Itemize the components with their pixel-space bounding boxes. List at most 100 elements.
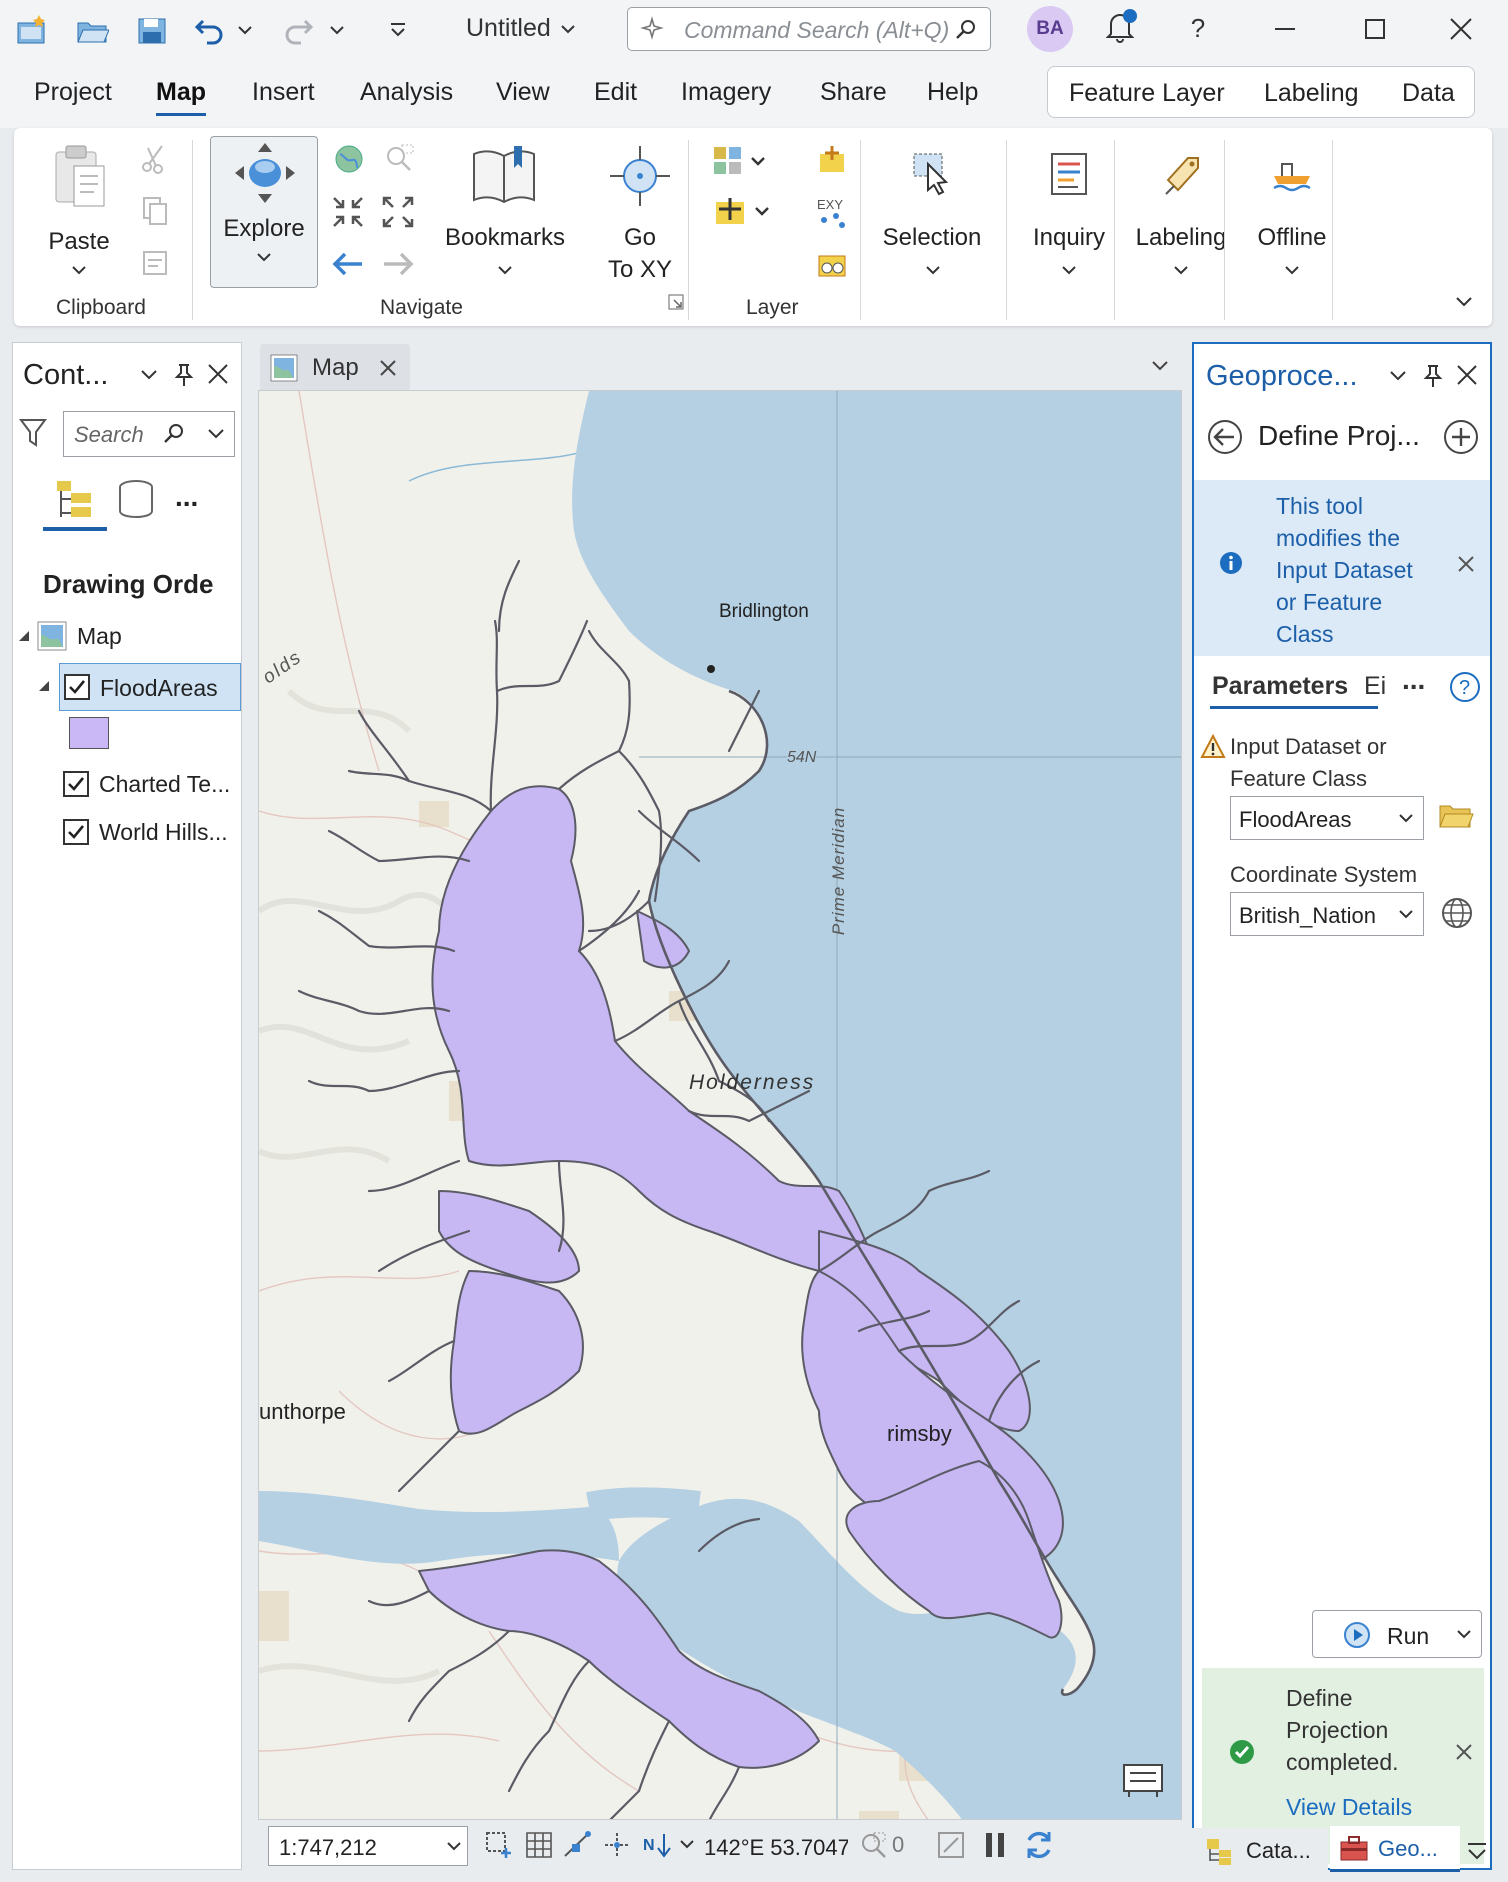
copy-path-icon[interactable] bbox=[138, 246, 172, 280]
tree-item-map[interactable]: Map bbox=[37, 619, 237, 655]
close-map-tab-icon[interactable] bbox=[378, 358, 398, 378]
north-arrow-icon[interactable]: N bbox=[642, 1830, 674, 1862]
add-tool-icon[interactable] bbox=[1442, 418, 1480, 456]
map-tabs-overflow-icon[interactable] bbox=[1150, 358, 1170, 374]
command-search-input[interactable]: Command Search (Alt+Q) bbox=[627, 7, 991, 51]
fixed-zoom-out-icon[interactable] bbox=[380, 194, 416, 230]
maximize-button[interactable] bbox=[1350, 8, 1400, 50]
map-canvas[interactable]: Bridlington Holderness olds 54N Prime Me… bbox=[258, 390, 1182, 1820]
geoprocessing-more-button[interactable]: ... bbox=[1402, 664, 1425, 696]
layer-row-floodareas[interactable]: FloodAreas bbox=[59, 663, 241, 711]
tab-share[interactable]: Share bbox=[820, 78, 887, 107]
browse-folder-icon[interactable] bbox=[1438, 800, 1474, 832]
layer-row-charted-territory[interactable]: Charted Te... bbox=[61, 765, 241, 805]
selected-features-icon[interactable] bbox=[858, 1830, 888, 1860]
map-tab[interactable]: Map bbox=[260, 344, 410, 390]
tab-help[interactable]: Help bbox=[927, 78, 978, 107]
layer-row-world-hillshade[interactable]: World Hills... bbox=[61, 813, 241, 853]
bookmarks-button[interactable]: Bookmarks bbox=[440, 140, 570, 290]
dismiss-notification-icon[interactable] bbox=[1454, 1742, 1474, 1762]
pane-tabs-overflow-icon[interactable] bbox=[1464, 1842, 1490, 1862]
contents-search-input[interactable]: Search bbox=[63, 411, 235, 457]
tab-project[interactable]: Project bbox=[34, 78, 112, 107]
tab-view[interactable]: View bbox=[496, 78, 550, 107]
tab-analysis[interactable]: Analysis bbox=[360, 78, 453, 107]
bottom-tab-catalog[interactable]: Cata... bbox=[1192, 1828, 1328, 1872]
refresh-icon[interactable] bbox=[1022, 1828, 1056, 1862]
extent-indicator-icon[interactable] bbox=[484, 1830, 516, 1862]
pin-icon[interactable] bbox=[173, 363, 195, 387]
snapping-icon[interactable] bbox=[562, 1830, 594, 1862]
contents-more-button[interactable]: ... bbox=[175, 481, 198, 513]
globe-icon[interactable] bbox=[1440, 896, 1474, 930]
view-details-link[interactable]: View Details bbox=[1286, 1794, 1412, 1821]
undo-dropdown-icon[interactable] bbox=[230, 10, 260, 50]
add-preset-icon[interactable] bbox=[814, 246, 850, 282]
go-to-xy-button[interactable]: Go To XY bbox=[590, 140, 690, 290]
filter-icon[interactable] bbox=[19, 417, 47, 449]
pin-icon[interactable] bbox=[1422, 364, 1444, 388]
close-pane-icon[interactable] bbox=[1456, 364, 1478, 386]
xy-table-to-point-icon[interactable]: EXY bbox=[814, 194, 850, 230]
coordinate-system-select[interactable]: British_Nation bbox=[1230, 892, 1424, 936]
tab-edit[interactable]: Edit bbox=[594, 78, 637, 107]
undo-icon[interactable] bbox=[190, 10, 230, 50]
constraints-icon[interactable] bbox=[602, 1830, 632, 1860]
inquiry-button[interactable]: Inquiry bbox=[1014, 140, 1124, 290]
tab-parameters[interactable]: Parameters bbox=[1212, 672, 1348, 701]
dismiss-info-icon[interactable] bbox=[1456, 554, 1476, 574]
grid-icon[interactable] bbox=[524, 1830, 554, 1860]
new-project-icon[interactable] bbox=[12, 10, 52, 50]
close-pane-icon[interactable] bbox=[207, 363, 229, 385]
expand-layer-triangle-icon[interactable] bbox=[37, 679, 51, 693]
tab-map[interactable]: Map bbox=[156, 78, 206, 116]
minimize-button[interactable] bbox=[1260, 8, 1310, 50]
previous-extent-icon[interactable] bbox=[330, 246, 366, 282]
tab-labeling[interactable]: Labeling bbox=[1264, 79, 1359, 108]
tab-data[interactable]: Data bbox=[1402, 79, 1455, 108]
help-button[interactable]: ? bbox=[1178, 8, 1218, 48]
rotation-dropdown-icon[interactable] bbox=[678, 1838, 696, 1852]
run-button[interactable]: Run bbox=[1312, 1610, 1482, 1658]
coordinates-display[interactable]: 142°E 53.704787 bbox=[704, 1826, 848, 1866]
paste-button[interactable]: Paste bbox=[44, 140, 114, 290]
layer-visibility-checkbox[interactable] bbox=[63, 819, 89, 845]
tab-environments[interactable]: Ei bbox=[1364, 672, 1386, 701]
navigate-dialog-launcher-icon[interactable] bbox=[668, 294, 684, 310]
redo-icon[interactable] bbox=[278, 10, 318, 50]
flood-areas-symbol-swatch[interactable] bbox=[69, 717, 109, 749]
basemap-icon[interactable] bbox=[712, 144, 776, 180]
expand-map-triangle-icon[interactable] bbox=[17, 629, 31, 643]
geoprocessing-options-chevron-icon[interactable] bbox=[1388, 368, 1408, 384]
scale-selector[interactable]: 1:747,212 bbox=[268, 1826, 468, 1866]
contents-options-chevron-icon[interactable] bbox=[139, 367, 159, 383]
notifications-bell-icon[interactable] bbox=[1100, 6, 1140, 46]
tab-feature-layer[interactable]: Feature Layer bbox=[1069, 79, 1225, 108]
help-question-icon[interactable]: ? bbox=[1448, 670, 1482, 704]
layer-visibility-checkbox[interactable] bbox=[63, 771, 89, 797]
full-extent-icon[interactable] bbox=[332, 142, 366, 176]
user-avatar[interactable]: BA bbox=[1027, 6, 1073, 52]
labeling-button[interactable]: Labeling bbox=[1122, 140, 1240, 290]
open-project-icon[interactable] bbox=[72, 10, 112, 50]
zoom-to-selection-icon[interactable] bbox=[382, 142, 416, 176]
add-graphics-layer-icon[interactable] bbox=[814, 142, 850, 178]
cut-icon[interactable] bbox=[138, 142, 172, 176]
save-project-icon[interactable] bbox=[132, 10, 172, 50]
list-by-source-icon[interactable] bbox=[115, 477, 157, 521]
input-dataset-select[interactable]: FloodAreas bbox=[1230, 796, 1424, 840]
customize-toolbar-icon[interactable] bbox=[378, 10, 418, 50]
fixed-zoom-in-icon[interactable] bbox=[330, 194, 366, 230]
map-tips-icon[interactable] bbox=[1121, 1759, 1165, 1799]
document-title[interactable]: Untitled bbox=[466, 14, 578, 43]
add-data-icon[interactable] bbox=[712, 194, 776, 230]
redo-dropdown-icon[interactable] bbox=[322, 10, 352, 50]
back-arrow-icon[interactable] bbox=[1206, 418, 1244, 456]
copy-icon[interactable] bbox=[138, 194, 172, 228]
pause-drawing-toggle-icon[interactable] bbox=[936, 1830, 966, 1860]
tab-insert[interactable]: Insert bbox=[252, 78, 315, 107]
close-window-button[interactable] bbox=[1436, 8, 1486, 50]
next-extent-icon[interactable] bbox=[380, 246, 416, 282]
layer-visibility-checkbox[interactable] bbox=[64, 674, 90, 700]
explore-button[interactable]: Explore bbox=[210, 136, 318, 288]
